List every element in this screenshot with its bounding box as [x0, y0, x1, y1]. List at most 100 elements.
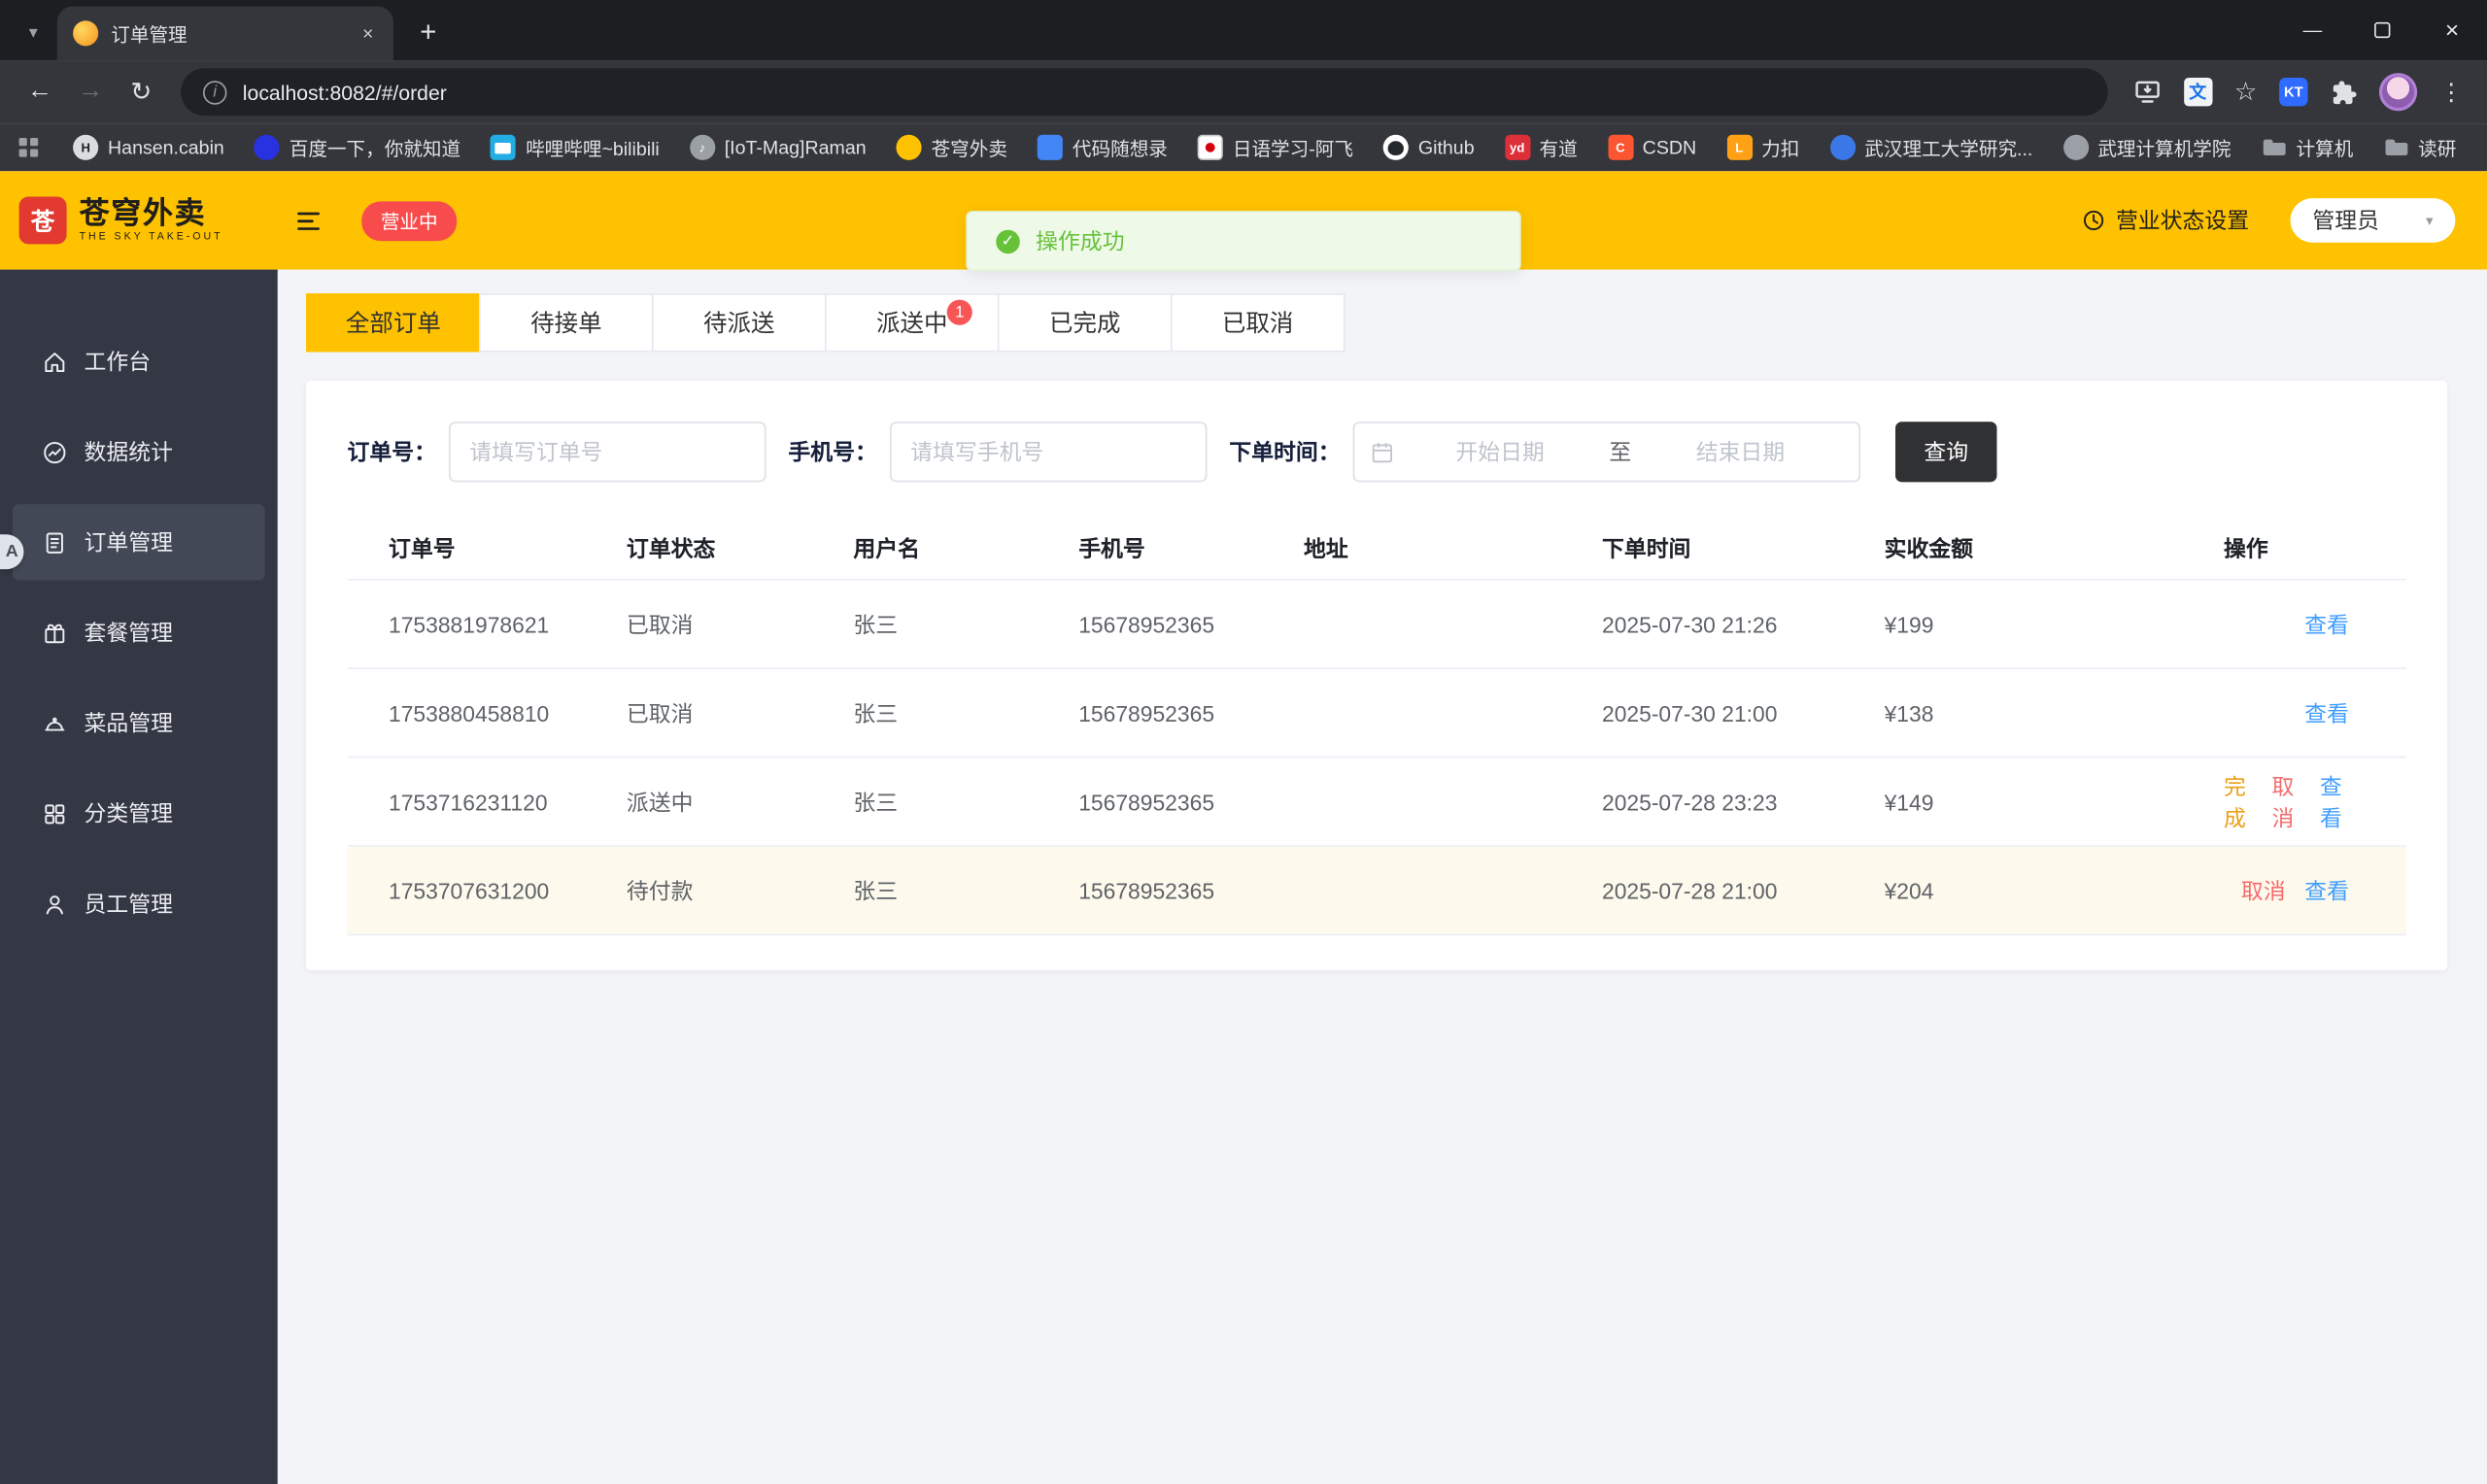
- sidebar-collapse-icon[interactable]: [293, 205, 324, 235]
- bookmark-favicon: [1382, 134, 1410, 160]
- user-cell: 张三: [853, 699, 899, 725]
- bookmark-label: 百度一下，你就知道: [289, 137, 461, 160]
- business-status-badge: 营业中: [361, 200, 458, 241]
- business-status-setting[interactable]: 营业状态设置: [2081, 205, 2249, 237]
- url-bar[interactable]: i localhost:8082/#/order: [181, 68, 2108, 117]
- profile-avatar[interactable]: [2378, 73, 2418, 112]
- column-header: 实收金额: [1884, 535, 1974, 561]
- translate-icon[interactable]: 文: [2183, 77, 2212, 107]
- sidebar-item-dishes[interactable]: 菜品管理: [0, 685, 278, 760]
- bookmark-star-button[interactable]: ☆: [2234, 76, 2257, 108]
- status-cell: 已取消: [626, 611, 694, 637]
- column-header: 订单号: [388, 535, 456, 561]
- bookmark-item[interactable]: L 力扣: [1726, 134, 1799, 161]
- bookmark-label: Hansen.cabin: [108, 136, 224, 159]
- table-header-row: 订单号 订单状态 用户名 手机号 地址 下单时间 实收金额 操作: [347, 517, 2406, 581]
- end-date-placeholder[interactable]: 结束日期: [1638, 436, 1843, 468]
- window-minimize-button[interactable]: —: [2277, 0, 2347, 60]
- sidebar-item-combos[interactable]: 套餐管理: [0, 594, 278, 670]
- bookmark-item[interactable]: 日语学习-阿飞: [1197, 134, 1353, 161]
- bookmark-item[interactable]: yd 有道: [1504, 134, 1578, 161]
- sidebar-item-categories[interactable]: 分类管理: [0, 775, 278, 851]
- reload-button[interactable]: ↻: [118, 68, 165, 116]
- cancel-order-link[interactable]: 取消: [2272, 770, 2301, 833]
- cancel-order-link[interactable]: 取消: [2241, 874, 2286, 906]
- view-order-link[interactable]: 查看: [2320, 770, 2349, 833]
- bookmark-item[interactable]: 苍穹外卖: [896, 134, 1007, 161]
- bookmark-item[interactable]: 哔哩哔哩~bilibili: [491, 134, 660, 161]
- tab-pending-dispatch[interactable]: 待派送: [652, 293, 827, 353]
- tab-favicon-icon: [73, 20, 99, 47]
- bookmark-favicon: [254, 134, 280, 160]
- table-row: 1753716231120 派送中 张三 15678952365 2025-07…: [347, 758, 2406, 847]
- window-maximize-button[interactable]: [2347, 0, 2417, 60]
- phone-input[interactable]: [889, 422, 1208, 483]
- filter-row: 订单号： 手机号： 下单时间： 开始日期 至 结束日期 查询: [347, 422, 2406, 483]
- tab-cancelled[interactable]: 已取消: [1170, 293, 1346, 353]
- order-no-input[interactable]: [449, 422, 767, 483]
- complete-order-link[interactable]: 完成: [2224, 770, 2253, 833]
- date-range-picker[interactable]: 开始日期 至 结束日期: [1352, 422, 1861, 483]
- bookmark-item[interactable]: 武汉理工大学研究...: [1829, 134, 2032, 161]
- order-no-label: 订单号：: [347, 439, 436, 465]
- window-close-button[interactable]: ×: [2417, 0, 2487, 60]
- dish-cloche-icon: [41, 710, 68, 737]
- view-order-link[interactable]: 查看: [2304, 697, 2349, 729]
- bookmark-item[interactable]: 代码随想录: [1038, 134, 1168, 161]
- bookmarks-bar: H Hansen.cabin 百度一下，你就知道 哔哩哔哩~bilibili ♪ […: [0, 123, 2487, 172]
- browser-menu-button[interactable]: ⋮: [2439, 78, 2463, 107]
- bookmark-item[interactable]: 计算机: [2262, 134, 2353, 161]
- bookmark-item[interactable]: 武理计算机学院: [2062, 134, 2231, 161]
- bookmark-favicon: yd: [1504, 134, 1530, 160]
- bookmark-item[interactable]: Github: [1382, 134, 1475, 160]
- sidebar-item-workbench[interactable]: 工作台: [0, 323, 278, 399]
- sidebar-item-statistics[interactable]: 数据统计: [0, 414, 278, 489]
- tab-dispatching[interactable]: 派送中 1: [824, 293, 1000, 353]
- column-header: 操作: [2223, 535, 2268, 561]
- bookmark-item[interactable]: H Hansen.cabin: [73, 134, 224, 160]
- extensions-puzzle-icon[interactable]: [2330, 79, 2357, 106]
- table-row: 1753880458810 已取消 张三 15678952365 2025-07…: [347, 669, 2406, 759]
- sidebar-item-label: 工作台: [84, 349, 152, 375]
- tab-completed[interactable]: 已完成: [997, 293, 1173, 353]
- gift-box-icon: [41, 620, 68, 647]
- bookmark-item[interactable]: C CSDN: [1607, 134, 1697, 160]
- tab-label: 已完成: [1048, 310, 1121, 338]
- bookmark-item[interactable]: 百度一下，你就知道: [254, 134, 461, 161]
- bookmark-favicon: C: [1607, 134, 1633, 160]
- forward-button[interactable]: →: [67, 68, 115, 116]
- clock-icon: [2083, 210, 2104, 231]
- admin-dropdown[interactable]: 管理员 ▾: [2290, 198, 2456, 243]
- search-button[interactable]: 查询: [1895, 422, 1997, 483]
- bookmark-label: CSDN: [1642, 136, 1697, 159]
- address-cell: [1263, 669, 1561, 757]
- maximize-icon: [2374, 21, 2391, 39]
- sidebar-item-employees[interactable]: 员工管理: [0, 865, 278, 941]
- site-info-icon[interactable]: i: [202, 80, 227, 104]
- view-order-link[interactable]: 查看: [2304, 874, 2349, 906]
- success-toast: ✓ 操作成功: [966, 211, 1521, 272]
- extension-kt-icon[interactable]: KT: [2279, 77, 2308, 107]
- install-app-icon[interactable]: [2132, 78, 2161, 106]
- tab-title: 订单管理: [111, 22, 187, 46]
- tab-all-orders[interactable]: 全部订单: [306, 293, 481, 353]
- bookmark-item[interactable]: ♪ [IoT-Mag]Raman: [689, 134, 867, 160]
- tab-pending-accept[interactable]: 待接单: [479, 293, 654, 353]
- browser-tab[interactable]: 订单管理 ×: [56, 6, 393, 61]
- status-cell: 派送中: [626, 789, 694, 815]
- back-button[interactable]: ←: [16, 68, 63, 116]
- tab-close-icon[interactable]: ×: [356, 20, 381, 46]
- new-tab-button[interactable]: +: [406, 10, 451, 54]
- start-date-placeholder[interactable]: 开始日期: [1397, 436, 1602, 468]
- sidebar-item-orders[interactable]: 订单管理: [13, 504, 265, 581]
- order-no-cell: 1753716231120: [388, 789, 548, 815]
- sidebar-item-label: 菜品管理: [84, 710, 173, 736]
- time-cell: 2025-07-30 21:00: [1601, 699, 1778, 725]
- apps-grid-icon[interactable]: [18, 138, 39, 157]
- view-order-link[interactable]: 查看: [2304, 608, 2349, 640]
- tab-search-button[interactable]: ▾: [13, 11, 53, 51]
- bookmark-favicon: ♪: [689, 134, 715, 160]
- toast-message: 操作成功: [1036, 228, 1125, 254]
- bookmark-item[interactable]: 读研: [2383, 134, 2456, 161]
- user-cell: 张三: [853, 611, 899, 637]
